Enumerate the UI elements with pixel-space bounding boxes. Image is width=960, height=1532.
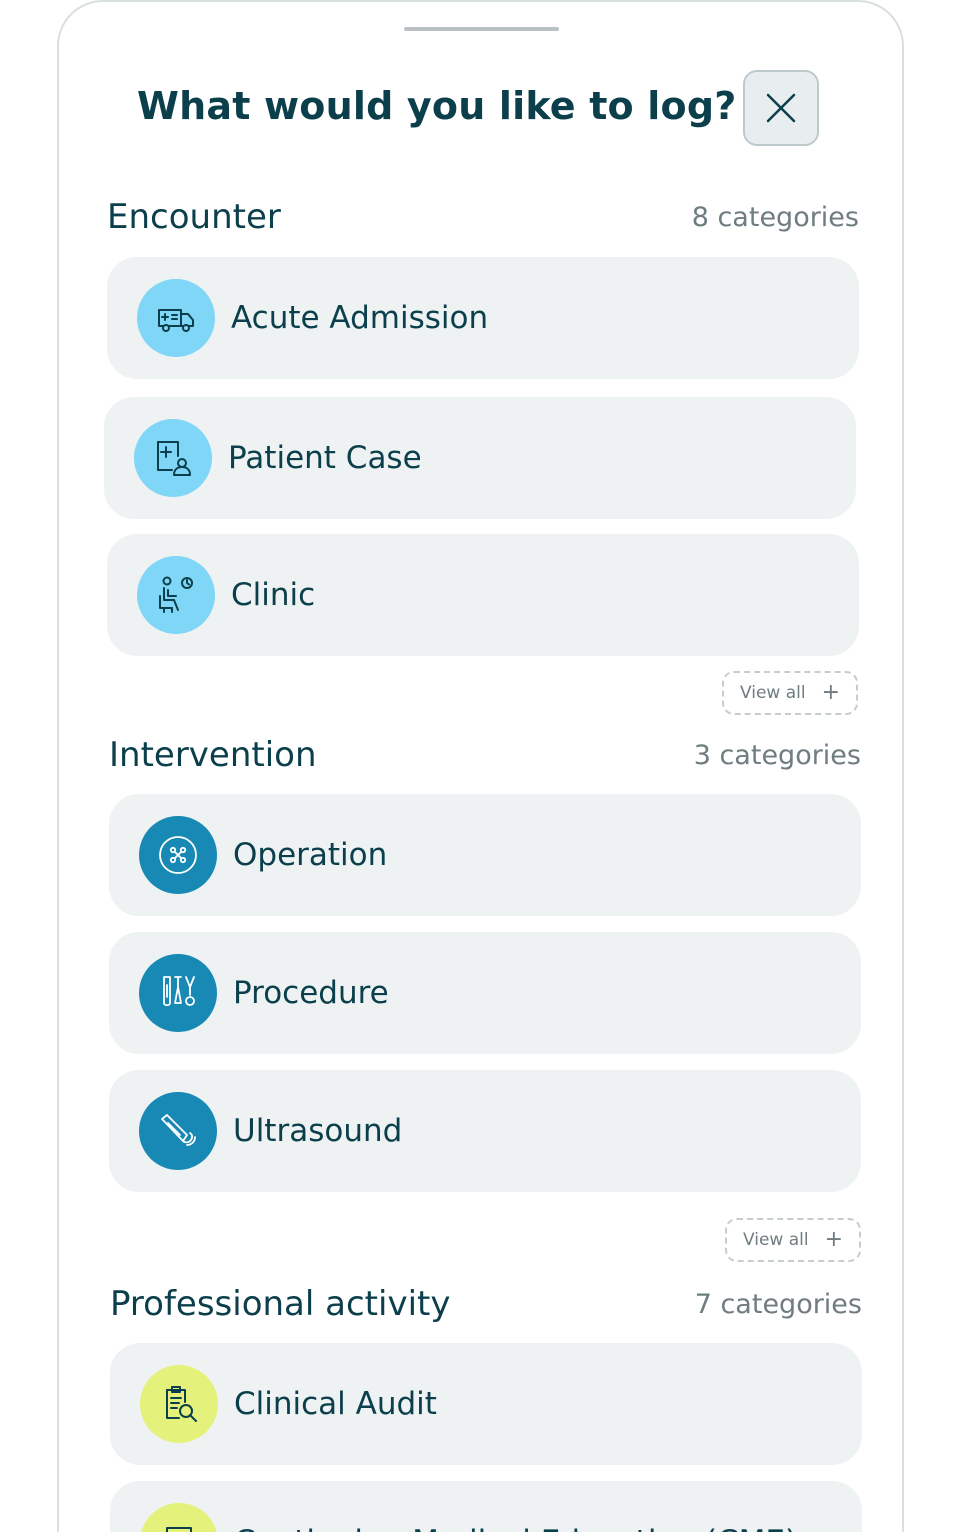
log-item-label: Operation (233, 837, 388, 873)
view-all-intervention-button[interactable]: View all + (725, 1218, 861, 1262)
procedure-icon (139, 954, 217, 1032)
log-item-clinical-audit[interactable]: Clinical Audit (110, 1343, 862, 1465)
page-title: What would you like to log? (137, 84, 737, 128)
view-all-encounter-button[interactable]: View all + (722, 671, 858, 715)
log-item-cme[interactable]: Continuing Medical Education (CME) (110, 1481, 862, 1532)
ambulance-icon (137, 279, 215, 357)
section-title: Encounter (107, 197, 281, 237)
log-item-operation[interactable]: Operation (109, 794, 861, 916)
log-item-patient-case[interactable]: Patient Case (104, 397, 856, 519)
log-item-label: Clinical Audit (234, 1386, 437, 1422)
clinic-icon (137, 556, 215, 634)
log-item-label: Clinic (231, 577, 316, 613)
log-item-ultrasound[interactable]: Ultrasound (109, 1070, 861, 1192)
view-all-label: View all (742, 1230, 809, 1250)
category-count: 3 categories (693, 739, 861, 771)
log-bottom-sheet: What would you like to log? Encounter 8 … (57, 0, 904, 1532)
log-item-label: Patient Case (228, 440, 422, 476)
section-title: Professional activity (110, 1284, 451, 1324)
plus-icon: + (821, 680, 841, 705)
log-item-acute-admission[interactable]: Acute Admission (107, 257, 859, 379)
operation-icon (139, 816, 217, 894)
log-item-procedure[interactable]: Procedure (109, 932, 861, 1054)
section-header-intervention: Intervention 3 categories (109, 732, 861, 778)
log-item-clinic[interactable]: Clinic (107, 534, 859, 656)
close-icon (766, 93, 796, 123)
patient-case-icon (134, 419, 212, 497)
log-item-label: Ultrasound (233, 1113, 403, 1149)
ultrasound-icon (139, 1092, 217, 1170)
plus-icon: + (824, 1227, 844, 1252)
view-all-label: View all (739, 683, 806, 703)
section-header-professional-activity: Professional activity 7 categories (110, 1281, 862, 1327)
log-item-label: Acute Admission (231, 300, 489, 336)
category-count: 8 categories (691, 201, 859, 233)
section-title: Intervention (109, 735, 317, 775)
close-button[interactable] (743, 70, 819, 146)
drag-handle[interactable] (404, 27, 559, 31)
cme-icon (140, 1503, 218, 1532)
log-item-label: Procedure (233, 975, 389, 1011)
clinical-audit-icon (140, 1365, 218, 1443)
category-count: 7 categories (694, 1288, 862, 1320)
log-item-label: Continuing Medical Education (CME) (234, 1524, 797, 1532)
section-header-encounter: Encounter 8 categories (107, 194, 859, 240)
